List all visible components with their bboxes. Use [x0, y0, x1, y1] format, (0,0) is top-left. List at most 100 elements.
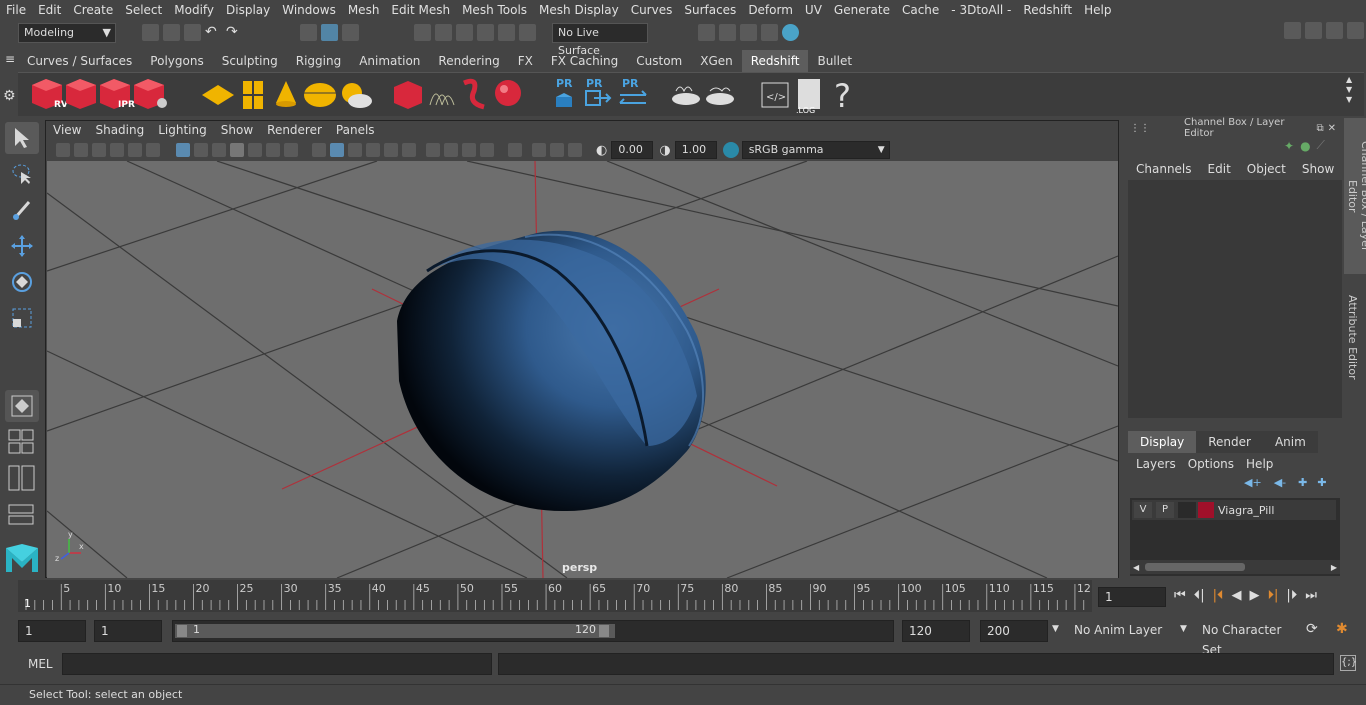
menu-cache[interactable]: Cache — [896, 0, 945, 20]
range-slider[interactable]: 1 120 — [172, 620, 894, 642]
viewport-menu-panels[interactable]: Panels — [329, 121, 382, 139]
wireframe-icon[interactable] — [312, 143, 326, 157]
menu-deform[interactable]: Deform — [742, 0, 799, 20]
scale-tool-button[interactable] — [5, 302, 39, 334]
rs-portal-light-icon[interactable] — [243, 81, 263, 109]
xray-components-icon[interactable] — [568, 143, 582, 157]
menu-mesh[interactable]: Mesh — [342, 0, 386, 20]
speed-icon[interactable]: ● — [1300, 139, 1310, 153]
film-gate-icon[interactable] — [194, 143, 208, 157]
depth-of-field-icon[interactable] — [480, 143, 494, 157]
menu-generate[interactable]: Generate — [828, 0, 896, 20]
menu-mesh-tools[interactable]: Mesh Tools — [456, 0, 533, 20]
perspective-viewport[interactable]: x y z persp — [47, 161, 1118, 578]
rs-proxy-swap-icon[interactable]: PR — [619, 77, 647, 104]
move-layer-down-icon[interactable]: ◀- — [1274, 476, 1286, 489]
menu-edit-mesh[interactable]: Edit Mesh — [385, 0, 456, 20]
current-frame-field[interactable]: 1 — [1098, 587, 1166, 607]
step-forward-key-icon[interactable]: ⏵| — [1267, 588, 1278, 603]
shelf-tab-bullet[interactable]: Bullet — [808, 50, 861, 72]
shelf-tab-rigging[interactable]: Rigging — [287, 50, 350, 72]
character-set-dropdown[interactable]: No Character Set — [1196, 620, 1298, 657]
gate-mask-icon[interactable] — [230, 143, 244, 157]
use-all-lights-icon[interactable] — [384, 143, 398, 157]
playback-end-field[interactable]: 120 — [902, 620, 970, 642]
current-time-marker[interactable]: 1 — [24, 597, 31, 610]
motion-blur-icon[interactable] — [444, 143, 458, 157]
viewport-menu-lighting[interactable]: Lighting — [151, 121, 214, 139]
viewport-menu-show[interactable]: Show — [214, 121, 260, 139]
channel-list[interactable] — [1128, 180, 1342, 418]
two-d-pan-icon[interactable] — [128, 143, 142, 157]
screen-space-ao-icon[interactable] — [426, 143, 440, 157]
play-backward-icon[interactable]: ◀ — [1231, 588, 1241, 603]
menu-create[interactable]: Create — [67, 0, 119, 20]
shelf-tab-custom[interactable]: Custom — [627, 50, 691, 72]
camera-select-icon[interactable] — [56, 143, 70, 157]
color-management-icon[interactable] — [722, 142, 739, 158]
step-back-icon[interactable]: ⏴| — [1194, 588, 1205, 603]
menu-redshift[interactable]: Redshift — [1017, 0, 1078, 20]
rs-help-icon[interactable]: ? — [834, 77, 851, 115]
render-frame-icon[interactable] — [719, 24, 736, 41]
layer-tab-display[interactable]: Display — [1128, 431, 1197, 453]
safe-title-icon[interactable] — [284, 143, 298, 157]
preferences-icon[interactable]: ✱ — [1336, 621, 1348, 637]
range-slider-bar[interactable] — [175, 624, 615, 638]
command-input[interactable] — [62, 653, 492, 675]
scroll-left-icon[interactable]: ◀ — [1133, 563, 1139, 572]
rs-render-settings-icon[interactable] — [134, 79, 167, 109]
anim-layer-dropdown[interactable]: No Anim Layer — [1068, 620, 1174, 642]
rs-shader-code-icon[interactable]: </> — [761, 82, 789, 108]
select-hierarchy-icon[interactable] — [300, 24, 317, 41]
rs-curve-icon[interactable] — [463, 78, 485, 110]
auto-key-icon[interactable]: ⟳ — [1306, 621, 1318, 637]
layout-outliner-button[interactable] — [5, 462, 39, 494]
range-start-handle[interactable] — [177, 625, 187, 637]
snap-view-plane-icon[interactable] — [477, 24, 494, 41]
shelf-tab-polygons[interactable]: Polygons — [141, 50, 212, 72]
smooth-shade-icon[interactable] — [330, 143, 344, 157]
shelf-tab-redshift[interactable]: Redshift — [741, 50, 809, 72]
attribute-editor-toggle-icon[interactable] — [1305, 22, 1322, 39]
range-end-handle[interactable] — [599, 625, 609, 637]
layout-four-view-button[interactable] — [5, 426, 39, 458]
menu-select[interactable]: Select — [119, 0, 168, 20]
grid-icon[interactable] — [176, 143, 190, 157]
modeling-toolkit-icon[interactable] — [1284, 22, 1301, 39]
layer-menu-layers[interactable]: Layers — [1130, 457, 1182, 471]
lasso-tool-button[interactable] — [5, 158, 39, 190]
layout-graph-button[interactable] — [5, 498, 39, 530]
snap-curve-icon[interactable] — [435, 24, 452, 41]
menu-file[interactable]: File — [0, 0, 32, 20]
hypershade-icon[interactable] — [782, 24, 799, 41]
layer-menu-help[interactable]: Help — [1240, 457, 1279, 471]
mode-selector[interactable]: Modeling ▼ — [18, 23, 116, 43]
shelf-tab-rendering[interactable]: Rendering — [429, 50, 508, 72]
close-icon[interactable]: ✕ — [1328, 123, 1336, 134]
go-to-end-icon[interactable]: ⏭ — [1305, 588, 1317, 603]
bookmark-icon[interactable] — [92, 143, 106, 157]
xray-icon[interactable] — [532, 143, 546, 157]
live-surface-field[interactable]: No Live Surface — [552, 23, 648, 57]
manipulator-icon[interactable]: ✦ — [1284, 139, 1294, 153]
camera-attributes-icon[interactable] — [74, 143, 88, 157]
channel-menu-channels[interactable]: Channels — [1128, 162, 1200, 176]
wireframe-on-shaded-icon[interactable] — [348, 143, 362, 157]
shelf-tab-sculpting[interactable]: Sculpting — [213, 50, 287, 72]
select-object-icon[interactable] — [321, 24, 338, 41]
rs-sphere-icon[interactable] — [495, 80, 521, 106]
shelf-tab-fx-caching[interactable]: FX Caching — [542, 50, 627, 72]
rs-ipr-icon[interactable]: IPR — [100, 79, 135, 110]
display-type-toggle[interactable] — [1178, 502, 1196, 518]
layer-scrollbar[interactable]: ◀ ▶ — [1130, 560, 1340, 574]
rs-dome-light-icon[interactable] — [304, 83, 336, 107]
menu-curves[interactable]: Curves — [625, 0, 679, 20]
menu-windows[interactable]: Windows — [276, 0, 342, 20]
gamma-icon[interactable]: ◑ — [659, 143, 670, 158]
tool-settings-toggle-icon[interactable] — [1326, 22, 1343, 39]
tab-channel-box[interactable]: Channel Box / Layer Editor — [1344, 118, 1366, 274]
scroll-right-icon[interactable]: ▶ — [1331, 563, 1337, 572]
playback-toggle[interactable]: P — [1156, 502, 1174, 518]
layer-name[interactable]: Viagra_Pill — [1218, 504, 1274, 517]
